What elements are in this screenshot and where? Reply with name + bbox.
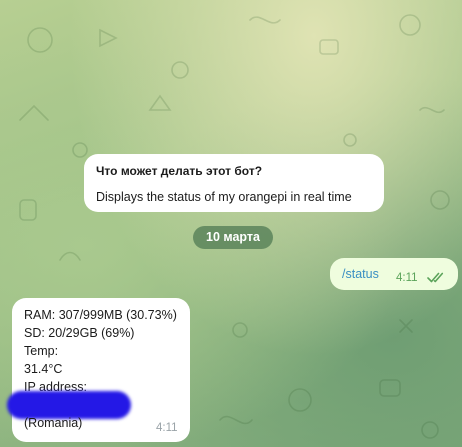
date-badge: 10 марта [193, 226, 273, 249]
bot-info-card: Что может делать этот бот? Displays the … [84, 154, 384, 212]
ram-line: RAM: 307/999MB (30.73%) [24, 308, 177, 322]
redaction-scribble [7, 391, 131, 419]
double-check-icon [427, 272, 444, 283]
sd-line: SD: 20/29GB (69%) [24, 326, 135, 340]
command-link[interactable]: /status [342, 267, 379, 281]
bot-info-description: Displays the status of my orangepi in re… [96, 190, 352, 204]
message-time: 4:11 [396, 272, 418, 284]
message-time: 4:11 [156, 422, 178, 434]
location-line: (Romania) [24, 416, 83, 430]
outgoing-message[interactable]: /status 4:11 [330, 258, 458, 290]
bot-info-title: Что может делать этот бот? [96, 164, 263, 178]
temp-label: Temp: [24, 344, 59, 358]
incoming-message[interactable]: RAM: 307/999MB (30.73%) SD: 20/29GB (69%… [7, 298, 190, 442]
temp-value: 31.4°C [24, 362, 63, 376]
